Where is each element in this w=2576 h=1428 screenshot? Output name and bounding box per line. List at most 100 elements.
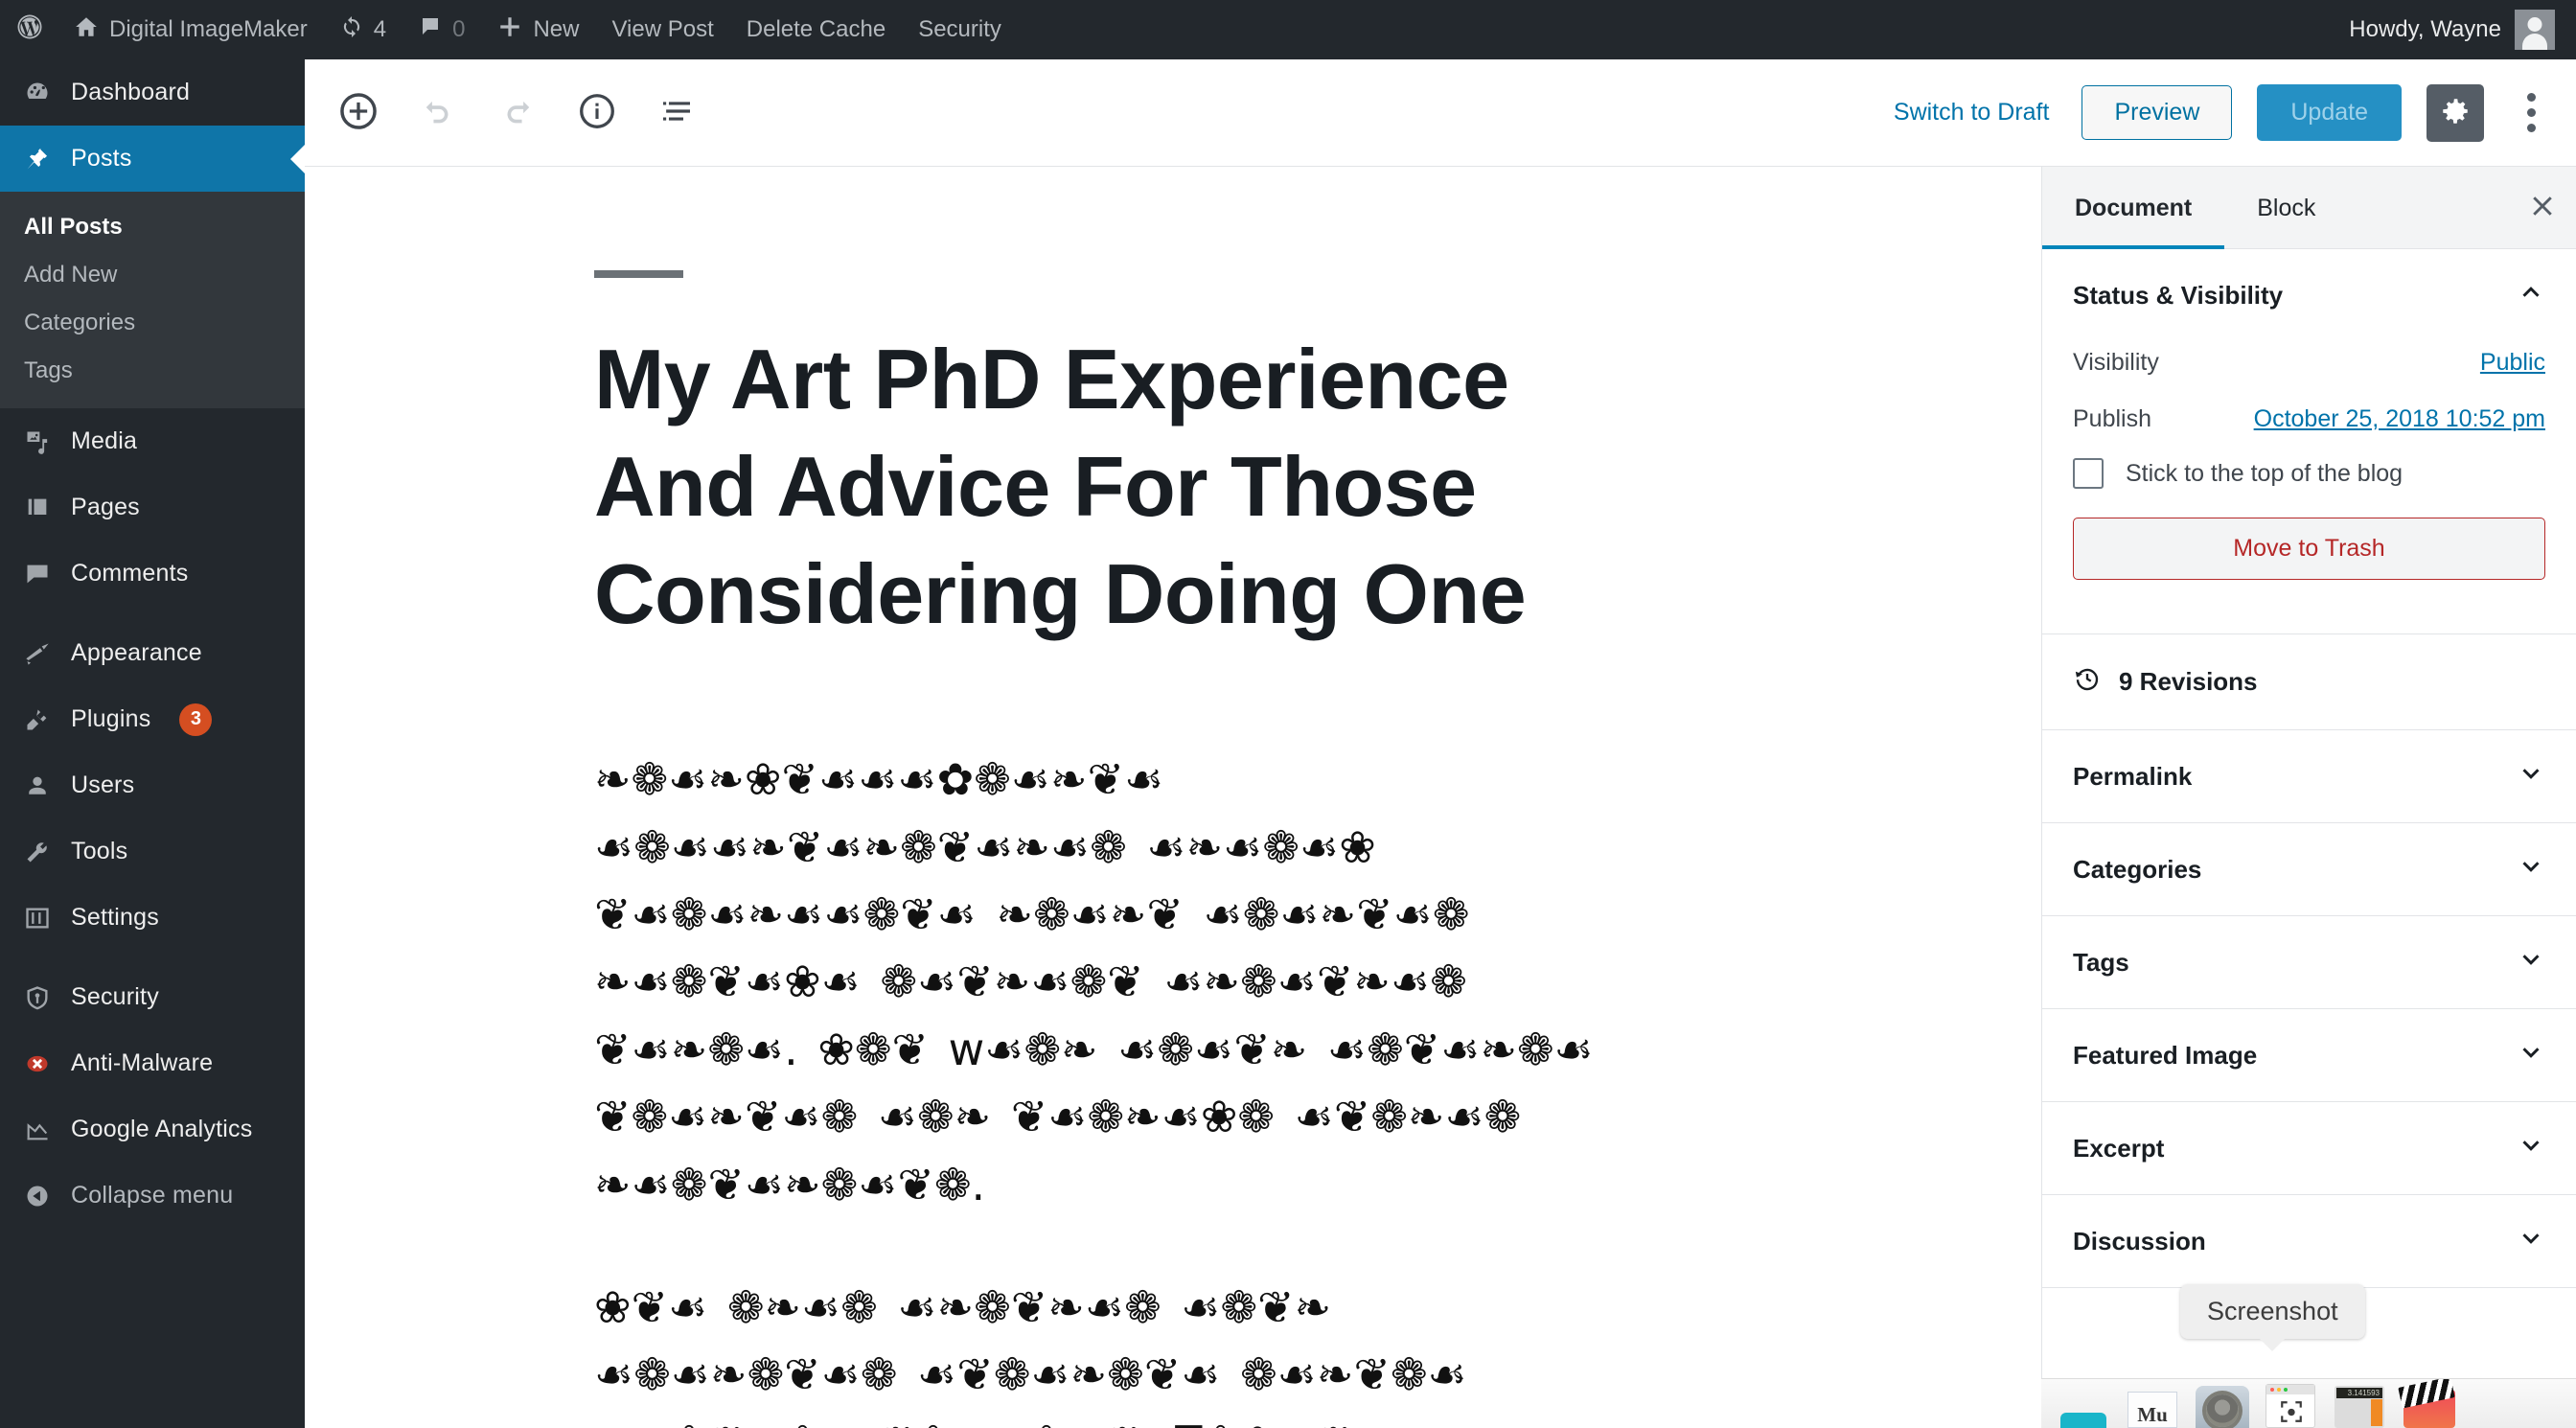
info-circle-icon (577, 91, 617, 134)
post-paragraph[interactable]: ❀❦☙ ❁❧☙❁ ☙❧❁❦❧☙❁ ☙❁❦❧ ☙❁☙❧❁❦☙❁ ☙❦❁☙❧❁❦☙ … (594, 1274, 1646, 1428)
panel-header-discussion[interactable]: Discussion (2073, 1195, 2545, 1287)
comment-bubble-icon (419, 15, 442, 45)
publish-label: Publish (2073, 405, 2151, 432)
panel-header-status-visibility[interactable]: Status & Visibility (2073, 249, 2545, 341)
sidebar-item-settings[interactable]: Settings (0, 885, 305, 951)
updates-menu[interactable]: 4 (324, 0, 402, 59)
wordpress-logo-icon (15, 12, 44, 48)
final-cut-pro-icon (2404, 1390, 2455, 1428)
editor-canvas[interactable]: My Art PhD Experience And Advice For Tho… (305, 167, 2041, 1428)
view-post-link[interactable]: View Post (595, 0, 729, 59)
more-options-button[interactable] (2509, 84, 2553, 142)
wp-logo-menu[interactable] (0, 0, 58, 59)
security-label: Security (918, 16, 1001, 42)
comments-menu[interactable]: 0 (402, 0, 481, 59)
close-settings-button[interactable] (2509, 167, 2576, 249)
chevron-down-icon (2517, 1224, 2545, 1259)
panel-header-permalink[interactable]: Permalink (2073, 730, 2545, 822)
sidebar-item-security[interactable]: Security (0, 964, 305, 1030)
move-to-trash-button[interactable]: Move to Trash (2073, 518, 2545, 580)
new-content-menu[interactable]: New (481, 0, 595, 59)
post-paragraph[interactable]: ❧❁☙❧❀❦☙☙☙✿❁☙❧❦☙ ☙❁☙☙❧❦☙❧❁❦☙❧☙❁ ☙❧☙❁☙❀ ❦☙… (594, 746, 1646, 1218)
sidebar-item-comments[interactable]: Comments (0, 541, 305, 607)
calculator-display: 3.141593 (2336, 1388, 2382, 1398)
update-button[interactable]: Update (2257, 84, 2402, 141)
panel-header-excerpt[interactable]: Excerpt (2073, 1102, 2545, 1194)
dock-item-mathtype-icon[interactable]: Mu (2126, 1379, 2181, 1428)
sliders-icon (21, 905, 54, 932)
preview-button[interactable]: Preview (2082, 85, 2233, 140)
sidebar-item-plugins[interactable]: Plugins 3 (0, 686, 305, 752)
add-block-button[interactable] (334, 88, 383, 138)
post-title[interactable]: My Art PhD Experience And Advice For Tho… (594, 326, 1646, 647)
sidebar-item-label: Pages (71, 494, 140, 520)
sidebar-item-posts[interactable]: Posts (0, 126, 305, 192)
post-body: ❧❁☙❧❀❦☙☙☙✿❁☙❧❦☙ ☙❁☙☙❧❦☙❧❁❦☙❧☙❁ ☙❧☙❁☙❀ ❦☙… (594, 746, 1646, 1428)
tab-document[interactable]: Document (2042, 167, 2224, 249)
dock-item-teal-app-icon[interactable] (2057, 1379, 2112, 1428)
calculator-icon: 3.141593 (2334, 1386, 2384, 1428)
revision-clock-icon (2073, 664, 2102, 700)
sidebar-item-dashboard[interactable]: Dashboard (0, 59, 305, 126)
panel-status-visibility: Status & Visibility Visibility Public Pu… (2042, 249, 2576, 634)
delete-cache-link[interactable]: Delete Cache (730, 0, 902, 59)
dock-item-screenshot-icon[interactable] (2264, 1379, 2319, 1428)
view-post-label: View Post (611, 16, 714, 42)
submenu-item-add-new[interactable]: Add New (0, 251, 305, 299)
chevron-up-icon (2517, 278, 2545, 313)
sidebar-item-users[interactable]: Users (0, 752, 305, 818)
wrench-icon (21, 839, 54, 865)
editor-toolbar-right: Switch to Draft Preview Update (1886, 83, 2576, 142)
revisions-link[interactable]: 9 Revisions (2042, 634, 2576, 730)
my-account-menu[interactable]: Howdy, Wayne (2349, 10, 2576, 50)
sidebar-item-media[interactable]: Media (0, 408, 305, 474)
chart-line-icon (21, 1117, 54, 1143)
sidebar-item-label: Appearance (71, 639, 202, 666)
comments-icon (21, 561, 54, 587)
pages-icon (21, 495, 54, 521)
sidebar-item-tools[interactable]: Tools (0, 818, 305, 885)
tab-block[interactable]: Block (2224, 167, 2348, 249)
panel-header-tags[interactable]: Tags (2073, 916, 2545, 1008)
content-info-button[interactable] (572, 88, 622, 138)
settings-toggle-button[interactable] (2426, 83, 2484, 142)
sidebar-item-label: Anti-Malware (71, 1049, 214, 1076)
user-icon (21, 772, 54, 799)
sidebar-item-appearance[interactable]: Appearance (0, 620, 305, 686)
undo-button[interactable] (413, 88, 463, 138)
submenu-item-all-posts[interactable]: All Posts (0, 203, 305, 251)
panel-header-categories[interactable]: Categories (2073, 823, 2545, 915)
sidebar-item-google-analytics[interactable]: Google Analytics (0, 1096, 305, 1163)
panel-title: Featured Image (2073, 1040, 2258, 1070)
sticky-checkbox[interactable] (2073, 458, 2104, 489)
plus-icon (497, 14, 522, 46)
panel-title: Tags (2073, 947, 2129, 977)
separator-rule (594, 270, 683, 278)
admin-bar: Digital ImageMaker 4 0 New View Post Del… (0, 0, 2576, 59)
visibility-value-button[interactable]: Public (2480, 349, 2545, 377)
dock-item-calculator-icon[interactable]: 3.141593 (2333, 1379, 2388, 1428)
redo-button[interactable] (493, 88, 542, 138)
block-navigation-button[interactable] (652, 88, 702, 138)
dock-item-final-cut-pro-icon[interactable] (2402, 1379, 2457, 1428)
publish-date-button[interactable]: October 25, 2018 10:52 pm (2254, 405, 2545, 433)
dashboard-icon (21, 80, 54, 106)
sidebar-item-pages[interactable]: Pages (0, 474, 305, 541)
switch-to-draft-button[interactable]: Switch to Draft (1886, 93, 2058, 132)
panel-tags: Tags (2042, 916, 2576, 1009)
security-link[interactable]: Security (902, 0, 1018, 59)
submenu-item-tags[interactable]: Tags (0, 347, 305, 395)
chevron-down-icon (2517, 945, 2545, 980)
site-name-menu[interactable]: Digital ImageMaker (58, 0, 324, 59)
list-view-icon (656, 91, 697, 134)
sidebar-item-label: Comments (71, 560, 189, 587)
submenu-item-categories[interactable]: Categories (0, 299, 305, 347)
collapse-menu-button[interactable]: Collapse menu (0, 1163, 305, 1229)
sidebar-item-label: Plugins (71, 705, 151, 732)
panel-featured-image: Featured Image (2042, 1009, 2576, 1102)
sidebar-item-anti-malware[interactable]: Anti-Malware (0, 1030, 305, 1096)
site-name-label: Digital ImageMaker (109, 16, 308, 42)
settings-sidebar: Document Block Status & Visibility Visib… (2041, 167, 2576, 1428)
panel-header-featured-image[interactable]: Featured Image (2073, 1009, 2545, 1101)
dock-item-system-preferences-icon[interactable] (2195, 1379, 2250, 1428)
